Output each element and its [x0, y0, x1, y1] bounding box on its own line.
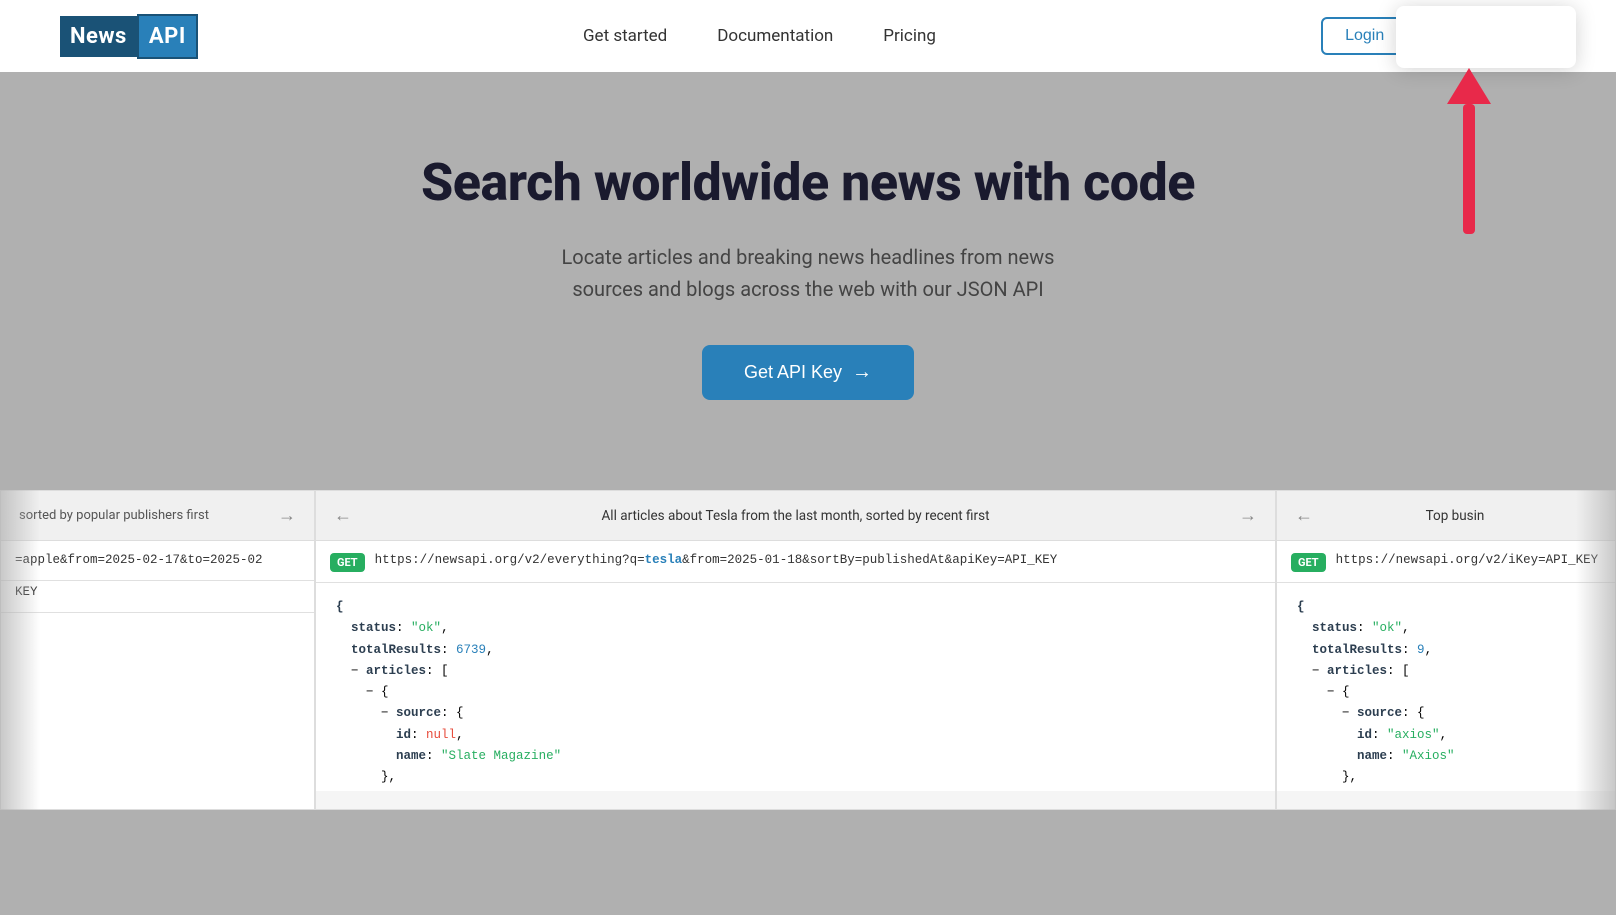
nav-links: Get started Documentation Pricing	[583, 26, 936, 46]
nav-link-pricing[interactable]: Pricing	[883, 26, 936, 46]
code-card-left: sorted by popular publishers first → =ap…	[0, 490, 315, 810]
card-center-header: ← All articles about Tesla from the last…	[316, 491, 1275, 541]
hero-cta-label: Get API Key	[744, 362, 842, 383]
logo-api: API	[137, 14, 198, 59]
hero-subtitle: Locate articles and breaking news headli…	[508, 241, 1108, 305]
card-center-url-text: https://newsapi.org/v2/everything?q=tesl…	[375, 551, 1058, 570]
navbar: News API Get started Documentation Prici…	[0, 0, 1616, 72]
card-left-header: sorted by popular publishers first →	[1, 491, 314, 541]
card-left-url-bar2: KEY	[1, 581, 314, 613]
get-badge-center: GET	[330, 553, 365, 572]
card-right-prev-arrow[interactable]: ←	[1295, 505, 1313, 526]
card-right-url-text: https://newsapi.org/v2/iKey=API_KEY	[1336, 551, 1599, 570]
get-api-key-button[interactable]: Get API key	[1422, 16, 1556, 56]
card-center-prev-arrow[interactable]: ←	[334, 505, 352, 526]
get-badge-right: GET	[1291, 553, 1326, 572]
card-left-url-bar: =apple&from=2025-02-17&to=2025-02	[1, 541, 314, 581]
card-right-code-body: { status: "ok", totalResults: 9, − artic…	[1277, 583, 1615, 791]
card-left-key-text: KEY	[15, 583, 38, 602]
nav-link-documentation[interactable]: Documentation	[717, 26, 833, 46]
logo-news: News	[60, 16, 137, 57]
logo[interactable]: News API	[60, 14, 198, 59]
card-center-header-text: All articles about Tesla from the last m…	[352, 508, 1239, 524]
card-center-next-arrow[interactable]: →	[1239, 505, 1257, 526]
code-card-right: ← Top busin GET https://newsapi.org/v2/i…	[1276, 490, 1616, 810]
code-cards-section: sorted by popular publishers first → =ap…	[0, 490, 1616, 810]
card-left-code	[1, 613, 314, 811]
card-left-next-arrow[interactable]: →	[278, 505, 296, 526]
card-left-url-text: =apple&from=2025-02-17&to=2025-02	[15, 551, 263, 570]
hero-section: Search worldwide news with code Locate a…	[0, 72, 1616, 450]
nav-actions: Login Get API key	[1321, 16, 1556, 56]
card-left-header-text: sorted by popular publishers first	[19, 508, 278, 523]
login-button[interactable]: Login	[1321, 17, 1408, 55]
hero-cta-arrow-icon: →	[852, 361, 872, 384]
hero-title: Search worldwide news with code	[20, 152, 1596, 213]
nav-link-get-started[interactable]: Get started	[583, 26, 667, 46]
code-card-center: ← All articles about Tesla from the last…	[315, 490, 1276, 810]
card-right-url-bar: GET https://newsapi.org/v2/iKey=API_KEY	[1277, 541, 1615, 583]
card-center-url-bar: GET https://newsapi.org/v2/everything?q=…	[316, 541, 1275, 583]
card-right-header: ← Top busin	[1277, 491, 1615, 541]
card-center-code-body: { status: "ok", totalResults: 6739, − ar…	[316, 583, 1275, 791]
card-right-header-text: Top busin	[1313, 508, 1597, 524]
hero-cta-button[interactable]: Get API Key →	[702, 345, 914, 400]
